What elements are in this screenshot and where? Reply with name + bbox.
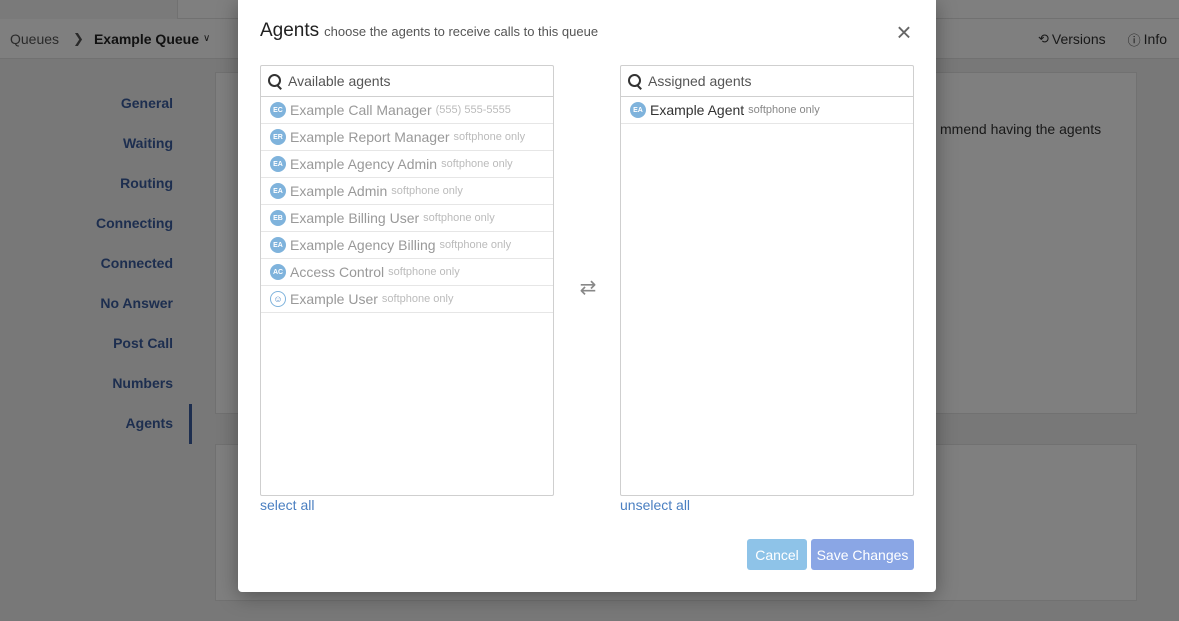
list-item[interactable]: EA Example Agency Admin softphone only <box>261 151 553 178</box>
user-icon: ☺ <box>270 291 286 307</box>
assigned-agents-input[interactable] <box>648 73 888 89</box>
list-item[interactable]: EA Example Admin softphone only <box>261 178 553 205</box>
agent-meta: softphone only <box>423 212 495 224</box>
agent-name: Example Agent <box>650 102 745 118</box>
close-icon[interactable]: × <box>892 19 916 45</box>
list-item[interactable]: EA Example Agent softphone only <box>621 97 913 124</box>
cancel-button[interactable]: Cancel <box>747 539 807 570</box>
avatar: EB <box>270 210 286 226</box>
avatar: EC <box>270 102 286 118</box>
agent-meta: softphone only <box>381 293 454 305</box>
list-item[interactable]: ER Example Report Manager softphone only <box>261 124 553 151</box>
agent-name: Example Report Manager <box>290 129 450 145</box>
list-item[interactable]: ☺ Example User softphone only <box>261 286 553 313</box>
agent-meta: softphone only <box>748 104 820 116</box>
avatar: EA <box>270 183 286 199</box>
list-item[interactable]: EB Example Billing User softphone only <box>261 205 553 232</box>
save-changes-button[interactable]: Save Changes <box>811 539 914 570</box>
agent-name: Example Call Manager <box>290 102 432 118</box>
modal-header: Agents choose the agents to receive call… <box>260 20 598 42</box>
agent-meta: softphone only <box>391 185 463 197</box>
list-item[interactable]: EC Example Call Manager (555) 555-5555 <box>261 97 553 124</box>
agent-meta: (555) 555-5555 <box>435 104 511 116</box>
list-item[interactable]: EA Example Agency Billing softphone only <box>261 232 553 259</box>
agent-meta: softphone only <box>441 158 513 170</box>
agent-name: Example User <box>290 291 378 307</box>
avatar: EA <box>270 237 286 253</box>
unselect-all-link[interactable]: unselect all <box>620 497 690 513</box>
available-agents-input[interactable] <box>288 73 528 89</box>
available-agents-panel: EC Example Call Manager (555) 555-5555 E… <box>260 65 554 496</box>
select-all-link[interactable]: select all <box>260 497 314 513</box>
avatar: AC <box>270 264 286 280</box>
search-icon <box>268 74 282 88</box>
agent-name: Example Agency Admin <box>290 156 438 172</box>
avatar: EA <box>630 102 646 118</box>
swap-arrows-icon[interactable]: ⇄ <box>577 278 599 298</box>
agent-name: Example Billing User <box>290 210 420 226</box>
agent-meta: softphone only <box>439 239 512 251</box>
search-icon <box>628 74 642 88</box>
agent-name: Example Admin <box>290 183 388 199</box>
agent-meta: softphone only <box>388 266 460 278</box>
modal-subtitle: choose the agents to receive calls to th… <box>324 24 599 39</box>
avatar: ER <box>270 129 286 145</box>
agent-name: Example Agency Billing <box>290 237 436 253</box>
assigned-search <box>621 66 913 97</box>
modal-title: Agents <box>260 20 320 41</box>
agents-modal: Agents choose the agents to receive call… <box>238 0 936 592</box>
agent-meta: softphone only <box>453 131 526 143</box>
list-item[interactable]: AC Access Control softphone only <box>261 259 553 286</box>
avatar: EA <box>270 156 286 172</box>
agent-name: Access Control <box>290 264 385 280</box>
available-search <box>261 66 553 97</box>
assigned-agents-panel: EA Example Agent softphone only <box>620 65 914 496</box>
